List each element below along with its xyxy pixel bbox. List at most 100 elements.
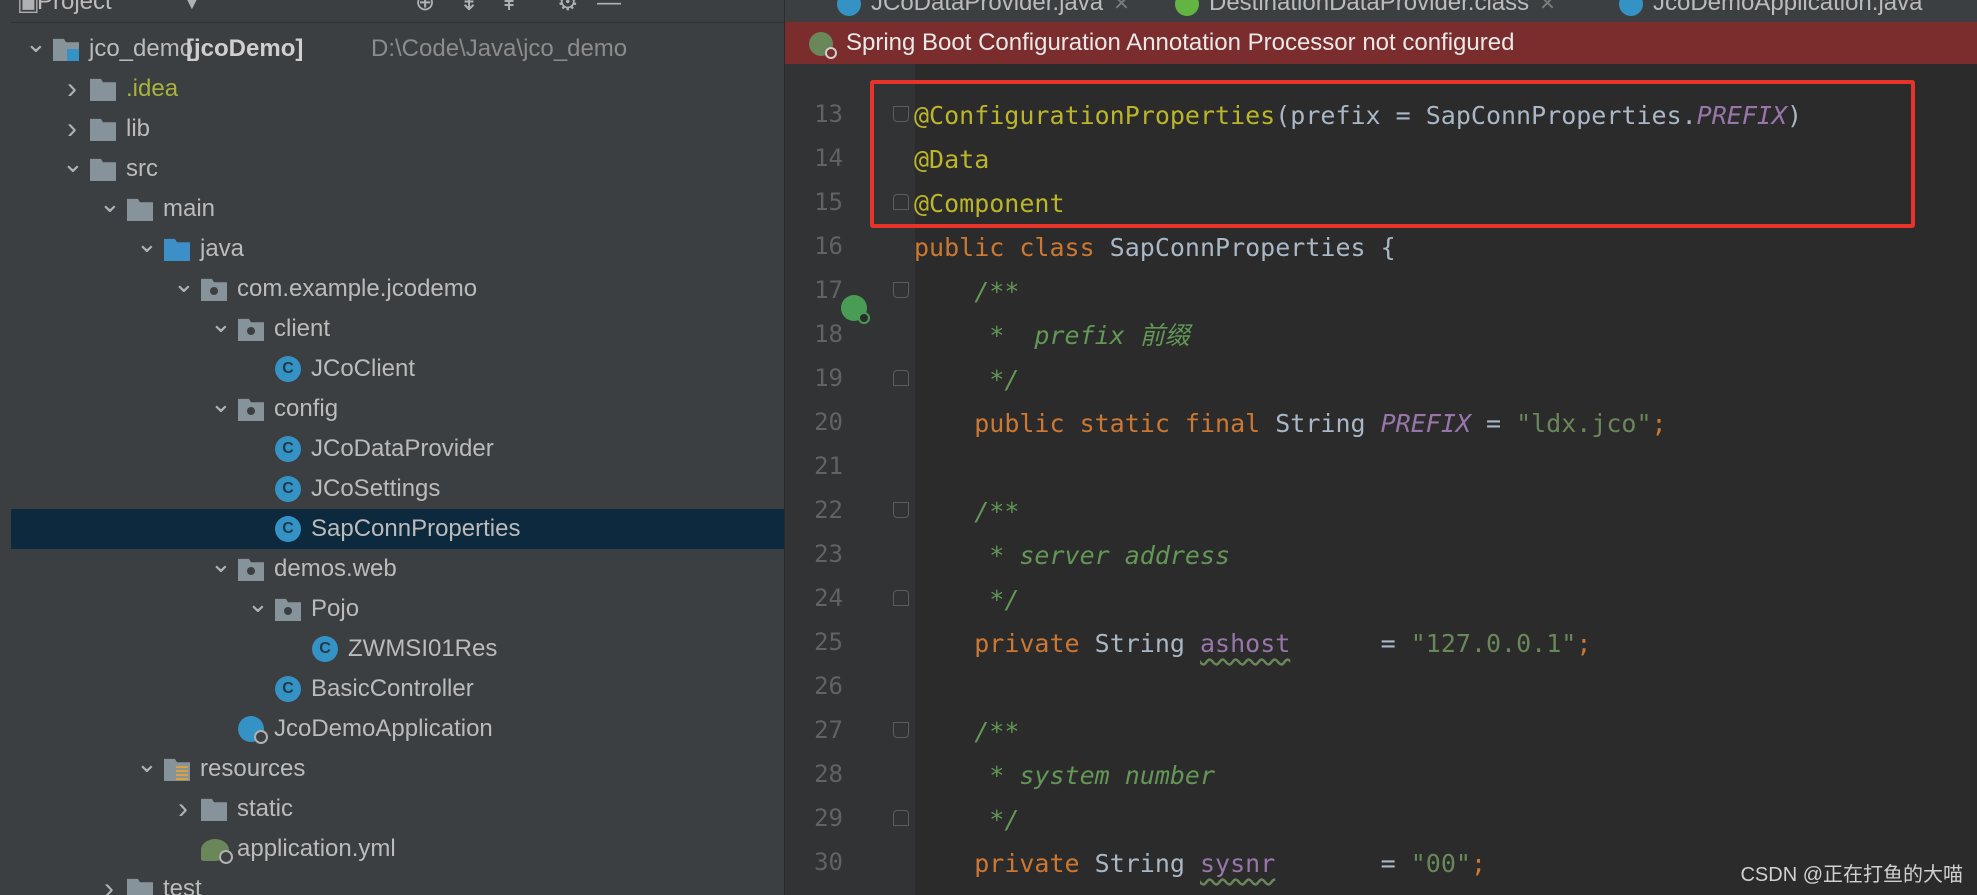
tree-item-application-yml[interactable]: application.yml <box>11 829 784 869</box>
folder-icon <box>127 878 153 895</box>
resources-folder-icon <box>164 758 190 781</box>
line-number: 14 <box>814 144 843 172</box>
tree-item-label: java <box>200 235 245 262</box>
select-opened-file-icon[interactable]: ⊕ <box>415 0 435 18</box>
tab-destinationdataprovider[interactable]: DestinationDataProvider.class ✕ <box>1175 0 1556 22</box>
fold-marker-icon[interactable] <box>893 590 909 606</box>
tree-item-jcodemoapplication[interactable]: JcoDemoApplication <box>11 709 784 749</box>
fold-marker-icon[interactable] <box>893 722 909 738</box>
folder-icon <box>90 118 116 141</box>
highlight-box <box>870 80 1915 228</box>
line-number: 27 <box>814 716 843 744</box>
folder-icon <box>90 158 116 181</box>
tree-item-zwmsi01res[interactable]: C ZWMSI01Res <box>11 629 784 669</box>
close-icon[interactable]: ✕ <box>1539 0 1556 15</box>
spring-bean-icon[interactable] <box>841 295 870 324</box>
class-icon: C <box>275 356 301 382</box>
tree-item-basiccontroller[interactable]: C BasicController <box>11 669 784 709</box>
line-number: 17 <box>814 276 843 304</box>
hide-panel-icon[interactable]: — <box>597 0 621 18</box>
tree-item-client[interactable]: ⌄ client <box>11 308 784 349</box>
line-number: 30 <box>814 848 843 876</box>
tab-jcodataprovider[interactable]: JCoDataProvider.java ✕ <box>837 0 1130 22</box>
notification-banner[interactable]: Spring Boot Configuration Annotation Pro… <box>785 22 1977 64</box>
project-path: D:\Code\Java\jco_demo <box>371 35 628 62</box>
fold-marker-icon[interactable] <box>893 282 909 298</box>
code-token: ; <box>1470 849 1487 878</box>
line-number: 29 <box>814 804 843 832</box>
chevron-down-icon[interactable]: ⌄ <box>136 223 158 263</box>
string-token: "127.0.0.1" <box>1410 629 1577 658</box>
package-icon <box>238 318 264 341</box>
line-number: 18 <box>814 320 843 348</box>
chevron-right-icon[interactable]: › <box>62 69 82 109</box>
comment-token: * server address <box>974 541 1231 570</box>
chevron-down-icon[interactable]: ⌄ <box>210 383 232 423</box>
keyword-token: public static final <box>974 409 1276 438</box>
line-number: 26 <box>814 672 843 700</box>
line-number: 13 <box>814 100 843 128</box>
code-line-22: /** <box>914 490 1019 534</box>
class-icon: C <box>275 676 301 702</box>
tree-item-jcoclient[interactable]: C JCoClient <box>11 349 784 389</box>
tree-item-label: main <box>163 195 216 222</box>
project-panel-title[interactable]: Project <box>37 0 112 16</box>
line-number: 25 <box>814 628 843 656</box>
tree-item-label: com.example.jcodemo <box>237 275 478 302</box>
tree-item-sapconnproperties[interactable]: C SapConnProperties <box>11 509 784 549</box>
chevron-right-icon[interactable]: › <box>99 869 119 895</box>
chevron-down-icon[interactable]: ⌄ <box>210 303 232 343</box>
chevron-down-icon[interactable]: ▼ <box>183 0 201 18</box>
tree-item-label: lib <box>126 115 151 142</box>
chevron-down-icon[interactable]: ⌄ <box>173 263 195 303</box>
banner-text: Spring Boot Configuration Annotation Pro… <box>846 29 1515 56</box>
fold-marker-icon[interactable] <box>893 370 909 386</box>
tree-item-package[interactable]: ⌄ com.example.jcodemo <box>11 268 784 309</box>
tree-item-pojo[interactable]: ⌄ Pojo <box>11 588 784 629</box>
tree-item-src[interactable]: ⌄ src <box>11 148 784 189</box>
tree-item-label: application.yml <box>237 835 396 862</box>
tree-item-idea[interactable]: › .idea <box>11 69 784 109</box>
code-line-24: */ <box>914 578 1019 622</box>
chevron-down-icon[interactable]: ⌄ <box>62 143 84 183</box>
fold-marker-icon[interactable] <box>893 810 909 826</box>
chevron-down-icon[interactable]: ⌄ <box>25 23 47 63</box>
tree-item-config[interactable]: ⌄ config <box>11 388 784 429</box>
tree-item-resources[interactable]: ⌄ resources <box>11 748 784 789</box>
tree-item-lib[interactable]: › lib <box>11 109 784 149</box>
spring-boot-class-icon <box>1619 0 1643 16</box>
fold-marker-icon[interactable] <box>893 502 909 518</box>
keyword-token: private <box>974 849 1095 878</box>
tree-item-label: static <box>237 795 294 822</box>
tab-jcodemoapplication[interactable]: JcoDemoApplication.java <box>1619 0 1922 22</box>
tree-item-jcodataprovider[interactable]: C JCoDataProvider <box>11 429 784 469</box>
class-icon: C <box>275 476 301 502</box>
chevron-down-icon[interactable]: ⌄ <box>210 543 232 583</box>
code-token: = <box>1470 409 1517 438</box>
expand-all-icon[interactable]: ⇟ <box>459 0 479 18</box>
tree-item-main[interactable]: ⌄ main <box>11 188 784 229</box>
chevron-down-icon[interactable]: ⌄ <box>136 743 158 783</box>
chevron-right-icon[interactable]: › <box>173 789 193 829</box>
tree-item-demos-web[interactable]: ⌄ demos.web <box>11 548 784 589</box>
tab-label: JCoDataProvider.java <box>871 0 1104 16</box>
gear-icon[interactable]: ⚙ <box>557 0 579 18</box>
yaml-config-icon <box>201 839 233 864</box>
collapse-all-icon[interactable]: ⇞ <box>499 0 519 18</box>
chevron-down-icon[interactable]: ⌄ <box>247 583 269 623</box>
tree-item-label: client <box>274 315 331 342</box>
chevron-down-icon[interactable]: ⌄ <box>99 183 121 223</box>
tree-item-static[interactable]: › static <box>11 789 784 829</box>
close-icon[interactable]: ✕ <box>1113 0 1130 15</box>
field-token: ashost <box>1200 629 1291 658</box>
line-number: 23 <box>814 540 843 568</box>
tree-item-test[interactable]: › test <box>11 869 784 895</box>
tree-item-label: JCoSettings <box>311 475 441 502</box>
module-name: [jcoDemo] <box>186 35 304 62</box>
tree-item-java[interactable]: ⌄ java <box>11 228 784 269</box>
package-icon <box>201 278 227 301</box>
tree-item-jcosettings[interactable]: C JCoSettings <box>11 469 784 509</box>
code-token: SapConnProperties { <box>1109 233 1396 262</box>
tree-item-root[interactable]: ⌄ jco_demo [jcoDemo] D:\Code\Java\jco_demo <box>11 28 784 69</box>
comment-token: */ <box>974 365 1020 394</box>
